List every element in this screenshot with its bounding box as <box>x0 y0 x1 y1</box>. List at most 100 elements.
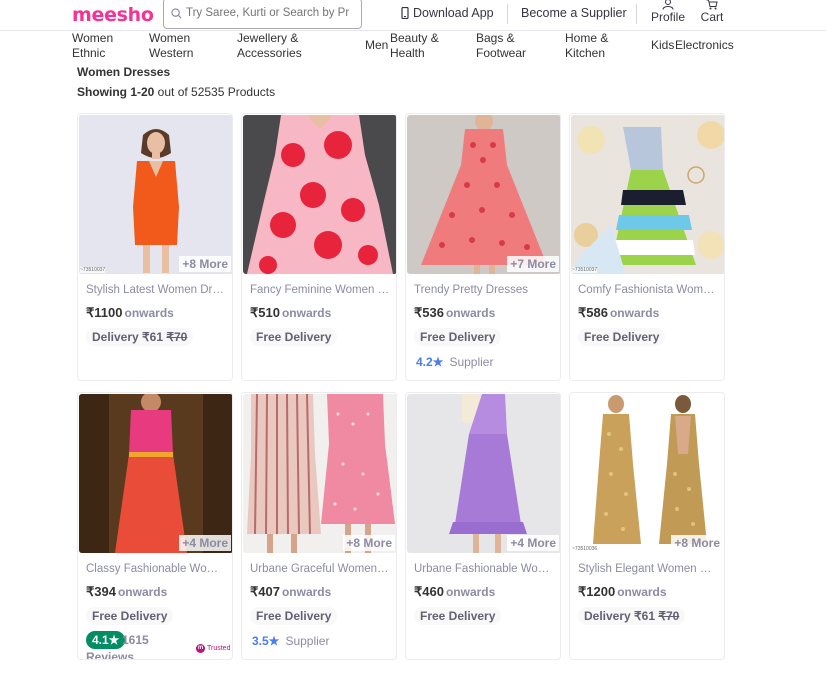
price-onwards: onwards <box>617 585 667 599</box>
delivery-badge: Free Delivery <box>250 328 338 346</box>
price-value: ₹460 <box>414 584 444 599</box>
price-onwards: onwards <box>445 306 496 320</box>
category-home[interactable]: Home & Kitchen <box>565 31 608 61</box>
product-title[interactable]: Classy Fashionable Women Dresses <box>86 563 226 575</box>
product-image[interactable]: ~73510037 +8 More <box>79 115 232 274</box>
more-images-badge: +7 More <box>507 256 559 272</box>
product-image[interactable]: +4 More <box>407 394 560 553</box>
category-label: Accessories <box>237 46 302 60</box>
product-card[interactable]: +4 More Classy Fashionable Women Dresses… <box>77 392 233 660</box>
price-onwards: onwards <box>609 306 660 320</box>
cart-button[interactable]: Cart <box>697 0 727 24</box>
category-beauty[interactable]: Beauty & Health <box>390 31 439 61</box>
price-onwards: onwards <box>445 585 496 599</box>
category-jewellery[interactable]: Jewellery & Accessories <box>237 31 302 61</box>
category-bags[interactable]: Bags & Footwear <box>476 31 526 61</box>
rating-value: 3.5★ <box>252 634 280 648</box>
category-label: Jewellery & <box>237 31 299 45</box>
rating-badge: 4.1★ <box>86 631 126 649</box>
price-value: ₹586 <box>578 305 608 320</box>
product-card[interactable]: +8 More Urbane Graceful Women Dresses ₹4… <box>241 392 397 660</box>
search-input[interactable] <box>186 5 358 21</box>
product-image[interactable]: +8 More <box>243 394 396 553</box>
more-images-badge: +8 More <box>343 535 395 551</box>
product-price: ₹536 onwards <box>414 305 495 321</box>
page-title: Women Dresses <box>77 65 171 79</box>
category-women-western[interactable]: Women Western <box>149 31 193 61</box>
product-price: ₹1100 onwards <box>86 305 174 321</box>
product-title[interactable]: Comfy Fashionista Women Dresses <box>578 284 718 296</box>
product-image[interactable] <box>243 115 396 274</box>
product-image[interactable]: +4 More <box>79 394 232 553</box>
product-card[interactable]: Fancy Feminine Women Dresses ₹510onwards… <box>241 113 397 381</box>
category-men[interactable]: Men <box>365 38 388 53</box>
category-nav: Women Ethnic Women Western Jewellery & Acce… <box>0 31 826 63</box>
meesho-logo[interactable]: meesho <box>72 4 154 26</box>
product-card[interactable]: ~73510037 Comfy Fashionista Women Dresse… <box>569 113 725 381</box>
delivery-badge: Delivery ₹61 ₹70 <box>86 328 194 346</box>
product-title[interactable]: Urbane Fashionable Women Dresses <box>414 563 554 575</box>
product-price: ₹1200 onwards <box>578 584 667 600</box>
delivery-badge: Free Delivery <box>86 607 174 625</box>
trusted-badge: m Trusted <box>196 644 230 653</box>
product-card[interactable]: ~73510036 +8 More Stylish Elegant Women … <box>569 392 725 660</box>
product-price: ₹407 onwards <box>250 584 331 600</box>
review-count: 1615 <box>122 633 149 647</box>
product-title[interactable]: Stylish Latest Women Dresses <box>86 284 226 296</box>
category-label: Footwear <box>476 46 527 60</box>
price-onwards: onwards <box>117 585 168 599</box>
product-image[interactable]: ~73510037 <box>571 115 724 274</box>
delivery-badge: Delivery ₹61 ₹70 <box>578 607 686 625</box>
product-price: ₹460 onwards <box>414 584 495 600</box>
category-electronics[interactable]: Electronics <box>675 38 734 53</box>
price-onwards: onwards <box>281 585 332 599</box>
supplier-rating: 4.2★ Supplier <box>416 355 493 369</box>
product-image[interactable]: +7 More <box>407 115 560 274</box>
divider <box>507 4 508 24</box>
delivery-badge: Free Delivery <box>414 607 502 625</box>
product-title[interactable]: Stylish Elegant Women Dresses <box>578 563 718 575</box>
more-images-badge: +8 More <box>671 535 723 551</box>
search-box[interactable] <box>163 0 362 29</box>
delivery-badge: Free Delivery <box>250 607 338 625</box>
product-price: ₹510 onwards <box>250 305 331 321</box>
category-label: Kitchen <box>565 46 606 60</box>
product-title[interactable]: Trendy Pretty Dresses <box>414 284 554 296</box>
cart-icon <box>706 0 718 10</box>
product-title[interactable]: Fancy Feminine Women Dresses <box>250 284 390 296</box>
category-label: Bags & <box>476 31 515 45</box>
results-count: Showing 1-20 out of 52535 Products <box>77 85 275 99</box>
category-label: Ethnic <box>72 46 106 60</box>
delivery-strike-price: ₹70 <box>166 330 188 344</box>
category-label: Women <box>72 31 114 45</box>
category-label: Beauty & <box>390 31 439 45</box>
price-value: ₹407 <box>250 584 280 599</box>
product-card[interactable]: +4 More Urbane Fashionable Women Dresses… <box>405 392 561 660</box>
supplier-rating: 3.5★ Supplier <box>252 634 329 648</box>
phone-icon <box>401 7 409 19</box>
rating-value: 4.2★ <box>416 355 444 369</box>
search-icon <box>171 8 182 19</box>
profile-button[interactable]: Profile <box>650 0 686 24</box>
price-value: ₹394 <box>86 584 116 599</box>
category-label: Electronics <box>675 38 734 52</box>
product-price: ₹586 onwards <box>578 305 659 321</box>
product-title[interactable]: Urbane Graceful Women Dresses <box>250 563 390 575</box>
category-women-ethnic[interactable]: Women Ethnic <box>72 31 113 61</box>
become-supplier-link[interactable]: Become a Supplier <box>521 6 627 20</box>
product-image[interactable]: ~73510036 +8 More <box>571 394 724 553</box>
category-label: Kids <box>651 38 675 52</box>
product-card[interactable]: +7 More Trendy Pretty Dresses ₹536 onward… <box>405 113 561 381</box>
product-card[interactable]: ~73510037 +8 More Stylish Latest Women D… <box>77 113 233 381</box>
category-kids[interactable]: Kids <box>651 38 674 53</box>
download-app-link[interactable]: Download App <box>401 6 494 20</box>
category-label: Women <box>149 31 191 45</box>
top-header: meesho Download App Become a Supplier Pr… <box>0 0 826 31</box>
delivery-badge: Free Delivery <box>414 328 502 346</box>
cart-label: Cart <box>700 10 724 24</box>
price-onwards: onwards <box>281 306 332 320</box>
price-value: ₹536 <box>414 305 444 320</box>
product-code: ~73510037 <box>80 267 106 273</box>
product-code: ~73510036 <box>572 546 598 552</box>
delivery-strike-price: ₹70 <box>658 609 680 623</box>
